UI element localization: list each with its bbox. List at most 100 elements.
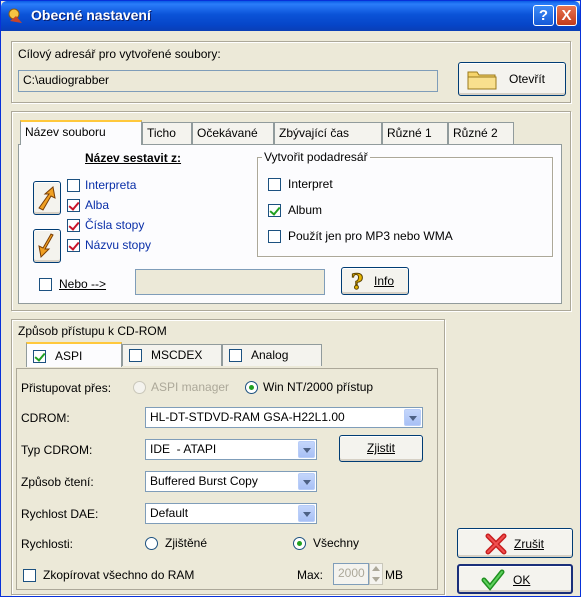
chevron-down-icon[interactable] xyxy=(298,473,315,490)
chevron-down-icon[interactable] xyxy=(298,441,315,458)
cdrom-select[interactable]: HL-DT-STDVD-RAM GSA-H22L1.00 xyxy=(145,407,423,428)
target-dir-field[interactable]: C:\audiograbber xyxy=(18,70,438,92)
move-down-button[interactable] xyxy=(33,229,61,263)
all-speeds-label: Všechny xyxy=(313,536,360,550)
tab-mscdex[interactable]: MSCDEX xyxy=(122,344,222,366)
target-dir-label: Cílový adresář pro vytvořené soubory: xyxy=(18,47,221,61)
read-mode-select[interactable]: Buffered Burst Copy xyxy=(145,471,317,492)
detected-speeds-radio[interactable] xyxy=(145,537,158,550)
cdrom-group: Způsob přístupu k CD-ROM ASPI MSCDEX Ana… xyxy=(11,319,445,595)
info-button-label: Info xyxy=(374,274,395,288)
all-speeds-radio[interactable] xyxy=(293,537,306,550)
track-name-checkbox[interactable] xyxy=(67,239,80,252)
cdrom-type-select[interactable]: IDE - ATAPI xyxy=(145,439,317,460)
mscdex-checkbox[interactable] xyxy=(129,349,142,362)
options-group: Název souboru Ticho Očekávané Zbývající … xyxy=(11,111,571,311)
read-mode-label: Způsob čtení: xyxy=(21,475,94,489)
cdrom-type-value: IDE - ATAPI xyxy=(150,442,217,456)
max-ram-spinner[interactable] xyxy=(369,563,383,585)
question-mark-icon: ? xyxy=(351,270,364,292)
aspi-manager-radio[interactable] xyxy=(133,381,146,394)
dae-speed-select[interactable]: Default xyxy=(145,503,317,524)
cdrom-value: HL-DT-STDVD-RAM GSA-H22L1.00 xyxy=(150,410,345,424)
cancel-button[interactable]: Zrušit xyxy=(457,528,573,558)
subdir-album-checkbox[interactable] xyxy=(268,204,281,217)
tab-analog[interactable]: Analog xyxy=(222,344,322,366)
cancel-button-label: Zrušit xyxy=(514,537,544,551)
close-button[interactable]: X xyxy=(556,5,577,26)
tab-misc-2[interactable]: Různé 2 xyxy=(448,122,514,144)
max-unit-label: MB xyxy=(385,568,403,582)
cdrom-type-label: Typ CDROM: xyxy=(21,443,93,457)
detected-speeds-label: Zjištěné xyxy=(165,536,208,550)
cdrom-group-title: Způsob přístupu k CD-ROM xyxy=(18,324,167,338)
compose-title: Název sestavit z: xyxy=(85,151,182,165)
red-x-icon xyxy=(485,533,507,555)
interpret-checkbox[interactable] xyxy=(67,179,80,192)
access-label: Přistupovat přes: xyxy=(21,381,112,395)
read-mode-value: Buffered Burst Copy xyxy=(150,474,258,488)
svg-text:?: ? xyxy=(351,270,363,292)
subdir-album-label: Album xyxy=(288,203,323,217)
aspi-tab-panel: Přistupovat přes: ASPI manager Win NT/20… xyxy=(16,368,438,590)
ok-button[interactable]: OK xyxy=(457,564,573,594)
info-button[interactable]: ? Info xyxy=(341,267,409,295)
aspi-checkbox[interactable] xyxy=(33,350,46,363)
tab-aspi-label: ASPI xyxy=(55,349,83,363)
arrow-down-icon xyxy=(38,233,54,259)
tab-filename[interactable]: Název souboru xyxy=(20,120,142,145)
winnt-access-label: Win NT/2000 přístup xyxy=(263,380,374,394)
tab-aspi[interactable]: ASPI xyxy=(26,342,122,367)
or-pattern-field[interactable] xyxy=(135,269,325,295)
filename-tab-panel: Název sestavit z: Interpreta Alba Čísla … xyxy=(18,144,562,304)
tab-misc-1[interactable]: Různé 1 xyxy=(382,122,448,144)
help-button[interactable]: ? xyxy=(533,5,554,26)
dae-speed-value: Default xyxy=(150,506,189,520)
open-button-label: Otevřít xyxy=(509,72,546,86)
speeds-label: Rychlosti: xyxy=(21,537,74,551)
analog-checkbox[interactable] xyxy=(229,349,242,362)
subdir-interpret-label: Interpret xyxy=(288,177,333,191)
tab-remaining-time[interactable]: Zbývající čas xyxy=(274,122,382,144)
winnt-access-radio[interactable] xyxy=(245,381,258,394)
copy-to-ram-label: Zkopírovat všechno do RAM xyxy=(43,568,195,582)
app-icon xyxy=(8,8,22,23)
arrow-up-icon xyxy=(38,186,56,211)
album-label: Alba xyxy=(85,198,110,212)
aspi-manager-label: ASPI manager xyxy=(151,380,230,394)
copy-to-ram-checkbox[interactable] xyxy=(23,569,36,582)
tab-expected[interactable]: Očekávané xyxy=(192,122,274,144)
subdir-title: Vytvořit podadresář xyxy=(262,150,370,164)
move-up-button[interactable] xyxy=(33,181,61,215)
track-number-label: Čísla stopy xyxy=(85,218,145,232)
tab-mscdex-label: MSCDEX xyxy=(151,348,203,362)
or-label: Nebo --> xyxy=(59,277,107,291)
max-ram-field[interactable]: 2000 xyxy=(333,563,369,585)
album-checkbox[interactable] xyxy=(67,199,80,212)
subdir-interpret-checkbox[interactable] xyxy=(268,178,281,191)
detect-button[interactable]: Zjistit xyxy=(339,435,423,462)
chevron-down-icon[interactable] xyxy=(298,505,315,522)
title-bar: Obecné nastavení ? X xyxy=(1,1,580,31)
track-name-label: Názvu stopy xyxy=(85,238,152,252)
mp3-only-label: Použít jen pro MP3 nebo WMA xyxy=(288,229,453,243)
track-number-checkbox[interactable] xyxy=(67,219,80,232)
mp3-only-checkbox[interactable] xyxy=(268,230,281,243)
or-checkbox[interactable] xyxy=(39,278,52,291)
tab-silence[interactable]: Ticho xyxy=(142,122,192,144)
max-label: Max: xyxy=(297,568,324,582)
window-title: Obecné nastavení xyxy=(31,7,151,23)
folder-icon xyxy=(467,71,497,90)
spin-up-icon[interactable] xyxy=(372,566,380,571)
interpret-label: Interpreta xyxy=(85,178,137,192)
cdrom-label: CDROM: xyxy=(21,411,70,425)
ok-button-label: OK xyxy=(513,573,531,587)
target-dir-group: Cílový adresář pro vytvořené soubory: C:… xyxy=(11,41,571,103)
chevron-down-icon[interactable] xyxy=(404,409,421,426)
open-button[interactable]: Otevřít xyxy=(458,62,566,96)
settings-dialog: Obecné nastavení ? X Cílový adresář pro … xyxy=(0,0,581,597)
tab-analog-label: Analog xyxy=(251,348,289,362)
spin-down-icon[interactable] xyxy=(372,577,380,582)
dae-speed-label: Rychlost DAE: xyxy=(21,507,99,521)
subdir-group: Vytvořit podadresář Interpret Album Použ… xyxy=(257,150,553,257)
